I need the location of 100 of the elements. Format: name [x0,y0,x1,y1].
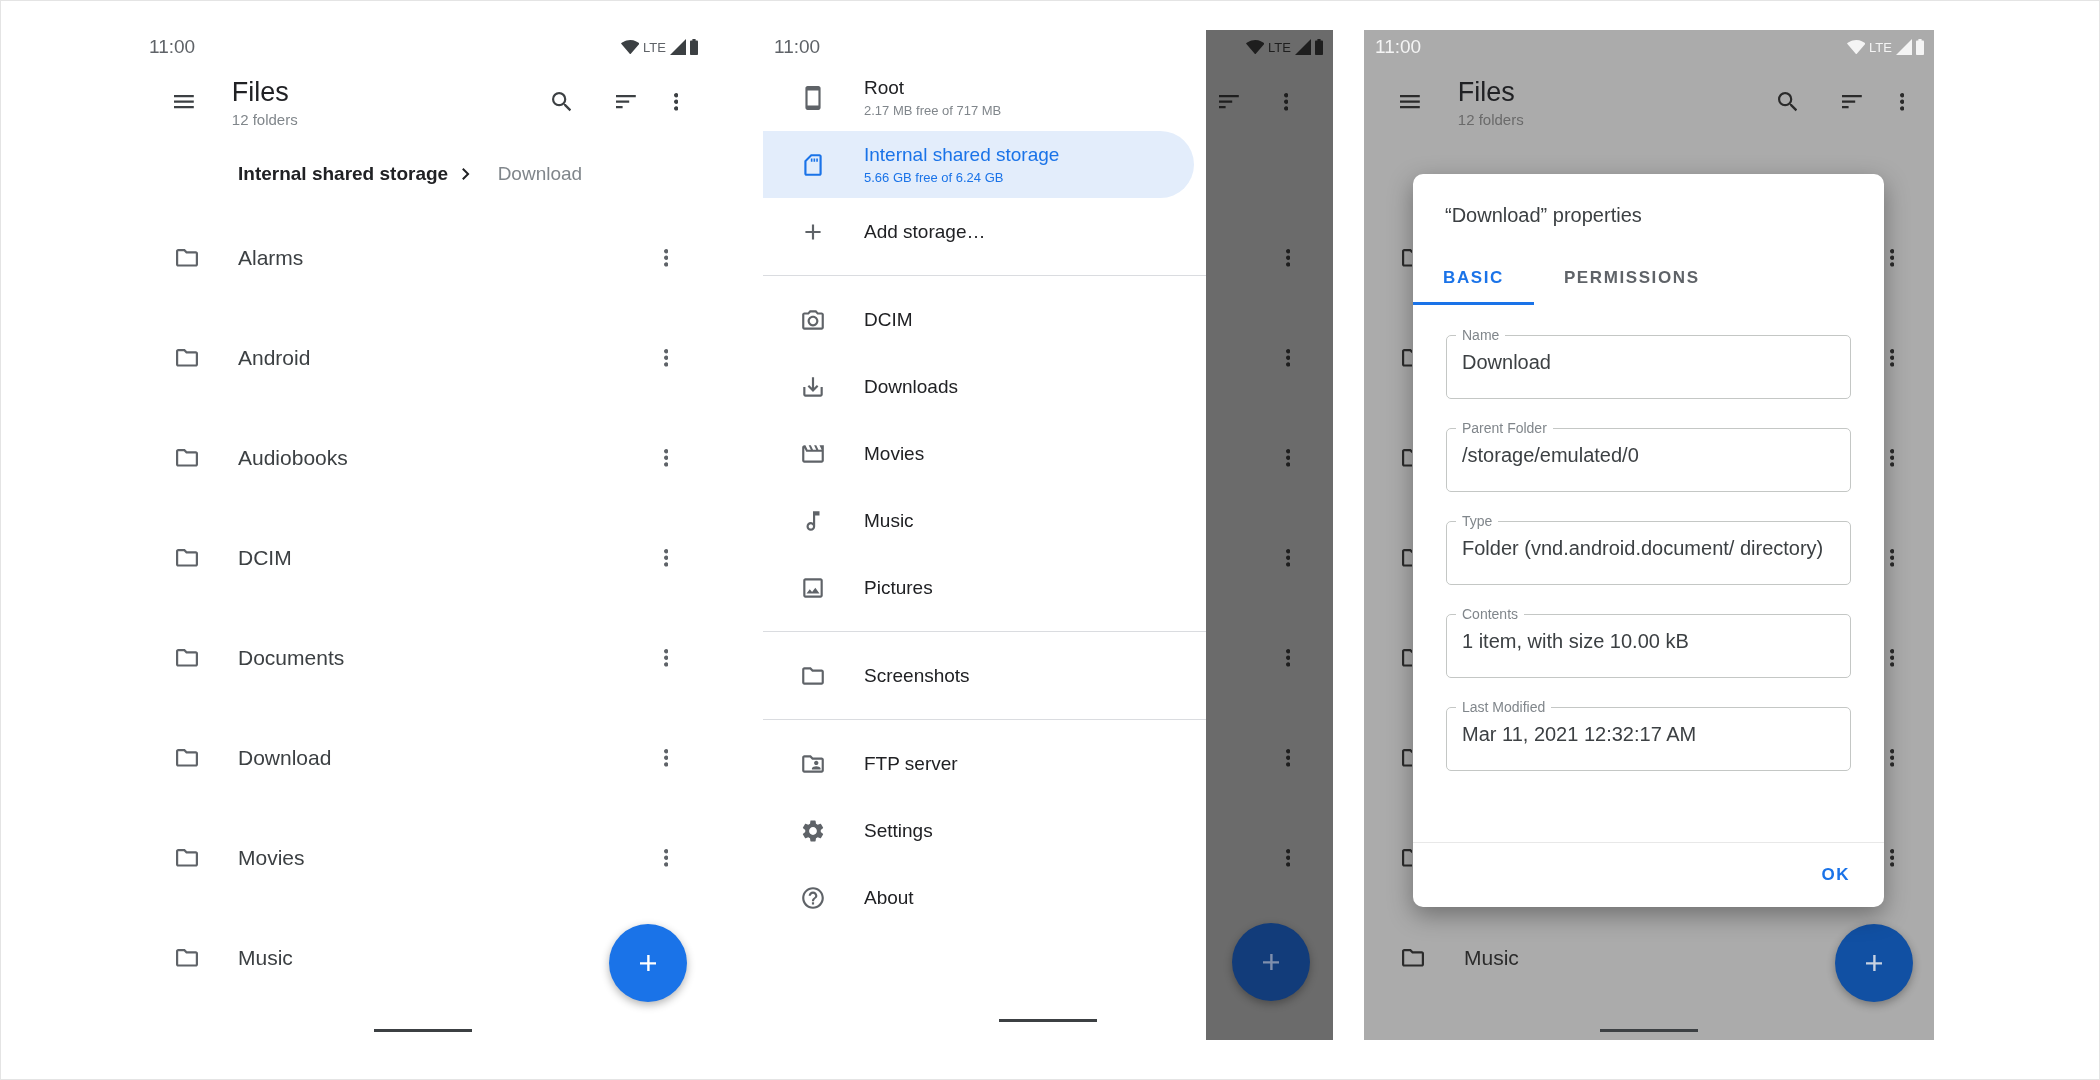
drawer-item[interactable]: Music [763,487,1194,554]
folder-name[interactable]: Music [1464,946,1519,970]
drawer-item[interactable]: Root 2.17 MB free of 717 MB [763,64,1194,131]
more-icon[interactable] [1899,93,1904,111]
drawer-label: Movies [864,442,925,465]
network-label: LTE [643,39,666,55]
folder-icon [176,749,198,767]
app-title: Files [1457,76,1516,108]
drawer-item[interactable]: Internal shared storage 5.66 GB free of 6.24 GB [763,131,1194,198]
drawer-item[interactable]: Movies [763,420,1194,487]
drawer-label: About [864,886,914,909]
status-time: 11:00 [774,36,821,58]
add-button[interactable] [609,924,687,1002]
signal-icon [670,39,686,55]
drawer-item[interactable]: About [763,864,1194,931]
folder-icon [176,549,198,567]
wifi-icon [1245,39,1265,55]
field-label: Name [1461,327,1501,343]
nav-handle[interactable] [1600,1029,1698,1032]
more-icon[interactable] [1889,649,1894,667]
more-icon[interactable] [663,849,668,867]
more-icon[interactable] [1889,549,1894,567]
breadcrumb-item[interactable]: Internal shared storage [238,163,449,185]
battery-icon [1916,39,1924,55]
drawer-item[interactable]: DCIM [763,286,1194,353]
drawer-item[interactable]: Add storage… [763,198,1194,265]
drawer-label: Pictures [864,576,933,599]
search-icon[interactable] [1777,92,1797,112]
ok-button[interactable]: OK [1809,857,1862,893]
menu-icon[interactable] [174,95,194,109]
plus-icon [639,954,657,972]
field-value: Folder (vnd.android.document/ directory) [1462,536,1825,561]
menu-icon[interactable] [1400,95,1420,109]
more-icon[interactable] [673,93,678,111]
drawer-label: Root [864,77,906,99]
network-label: LTE [1869,39,1892,55]
folder-name[interactable]: Audiobooks [238,446,348,470]
battery-icon [690,39,698,55]
tab[interactable]: BASIC [1413,254,1534,305]
drawer-label: Settings [864,819,933,842]
folder-count: 12 folders [231,110,299,128]
drawer-item[interactable]: Pictures [763,554,1194,621]
more-icon[interactable] [663,649,668,667]
signal-icon [1896,39,1912,55]
sort-icon[interactable] [1841,95,1862,109]
tab[interactable]: PERMISSIONS [1533,254,1730,305]
folder-icon [176,349,198,367]
folder-name[interactable]: Download [238,746,332,770]
more-icon[interactable] [1889,849,1894,867]
drawer-item[interactable]: FTP server [763,730,1194,797]
folder-count: 12 folders [1457,110,1525,128]
field-label: Type [1461,513,1494,529]
app-title: Files [231,76,290,108]
folder-name[interactable]: Documents [238,646,345,670]
battery-icon [1315,39,1323,55]
nav-handle[interactable] [374,1029,472,1032]
drawer-label: Add storage… [864,220,986,243]
breadcrumb-item[interactable]: Download [497,163,583,185]
more-icon[interactable] [663,249,668,267]
text-field[interactable]: Last Modified Mar 11, 2021 12:32:17 AM [1446,699,1851,771]
folder-name[interactable]: Android [238,346,311,370]
more-icon[interactable] [1889,349,1894,367]
folder-name[interactable]: Alarms [238,246,304,270]
drawer-item[interactable]: Screenshots [763,642,1194,709]
drawer-label: FTP server [864,752,958,775]
field-label: Last Modified [1461,699,1547,715]
more-icon[interactable] [1889,749,1894,767]
text-field[interactable]: Contents 1 item, with size 10.00 kB [1446,606,1851,678]
dialog-title: “Download” properties [1444,203,1643,228]
more-icon[interactable] [1889,249,1894,267]
folder-icon [176,649,198,667]
text-field[interactable]: Parent Folder /storage/emulated/0 [1446,420,1851,492]
nav-handle[interactable] [999,1019,1097,1022]
more-icon[interactable] [663,449,668,467]
help-icon [800,884,826,911]
folder-name[interactable]: Music [238,946,293,970]
field-value: Mar 11, 2021 12:32:17 AM [1462,722,1698,747]
wifi-icon [620,39,640,55]
more-icon[interactable] [663,349,668,367]
search-icon[interactable] [551,92,571,112]
field-value: /storage/emulated/0 [1462,443,1640,468]
drawer-item[interactable]: Settings [763,797,1194,864]
drawer-item[interactable]: Downloads [763,353,1194,420]
text-field[interactable]: Type Folder (vnd.android.document/ directory) [1446,513,1851,585]
network-label: LTE [1268,39,1291,55]
folder-name[interactable]: DCIM [238,546,292,570]
more-icon[interactable] [663,549,668,567]
text-field[interactable]: Name Download [1446,327,1851,399]
folder-icon [1402,949,1424,967]
folder-icon [176,249,198,267]
status-time: 11:00 [1375,36,1422,58]
chevron-icon [462,168,470,180]
more-icon[interactable] [663,749,668,767]
folder-name[interactable]: Movies [238,846,305,870]
drawer-label: Downloads [864,375,958,398]
sort-icon[interactable] [615,95,636,109]
signal-icon [1295,39,1311,55]
sort-icon [1219,95,1239,109]
more-icon[interactable] [1889,449,1894,467]
add-button[interactable] [1835,924,1913,1002]
